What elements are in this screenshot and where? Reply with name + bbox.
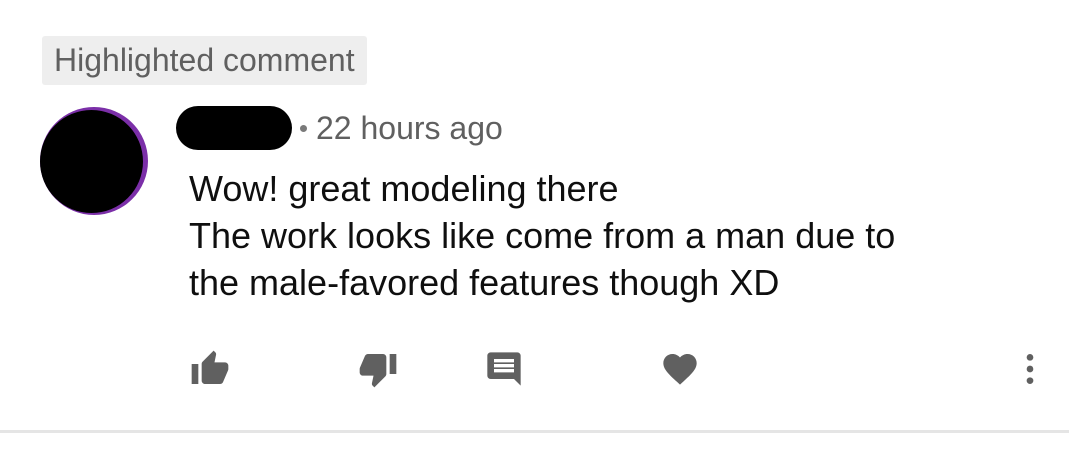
- reply-button[interactable]: [478, 344, 530, 394]
- redacted-author-name[interactable]: [176, 106, 292, 150]
- avatar-image: [40, 110, 143, 213]
- highlighted-comment-badge: Highlighted comment: [42, 36, 367, 85]
- comment-line: the male-favored features though XD: [189, 262, 780, 303]
- comment-text: Wow! great modeling there The work looks…: [189, 165, 1049, 306]
- like-button[interactable]: [184, 344, 236, 394]
- comment-line: Wow! great modeling there: [189, 168, 619, 209]
- separator-dot: [300, 124, 307, 132]
- more-vert-icon: [1026, 354, 1034, 384]
- comment-header: 22 hours ago: [176, 103, 503, 153]
- comment-timestamp[interactable]: 22 hours ago: [316, 110, 503, 147]
- more-options-button[interactable]: [1008, 344, 1052, 394]
- reply-icon: [487, 352, 521, 386]
- comment-line: The work looks like come from a man due …: [189, 215, 896, 256]
- heart-button[interactable]: [654, 344, 706, 394]
- thumbs-down-icon: [359, 354, 397, 388]
- dislike-button[interactable]: [352, 344, 404, 394]
- thumbs-up-icon: [191, 350, 229, 384]
- heart-icon: [663, 354, 697, 385]
- avatar[interactable]: [40, 107, 148, 215]
- divider: [0, 430, 1069, 433]
